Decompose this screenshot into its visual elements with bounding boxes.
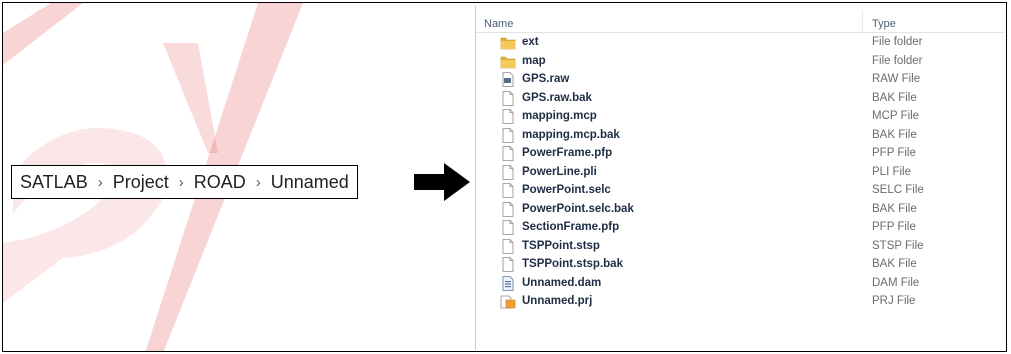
file-name: mapping.mcp [522, 110, 597, 122]
file-row[interactable]: Unnamed.prj PRJ File [476, 292, 1004, 311]
breadcrumb-item-unnamed[interactable]: Unnamed [271, 172, 349, 193]
file-row[interactable]: mapping.mcp MCP File [476, 107, 1004, 126]
file-name: PowerPoint.selc.bak [522, 202, 634, 215]
breadcrumb-item-road[interactable]: ROAD [194, 172, 246, 193]
file-name: GPS.raw [522, 73, 570, 85]
file-row[interactable]: PowerPoint.selc.bak BAK File [476, 200, 1004, 219]
file-row[interactable]: PowerPoint.selc SELC File [476, 181, 1004, 200]
file-name: PowerFrame.pfp [522, 147, 613, 159]
file-icon [500, 183, 516, 198]
file-type: RAW File [872, 73, 921, 85]
breadcrumb-separator-icon: › [255, 173, 261, 191]
file-icon [500, 220, 516, 235]
file-name: GPS.raw.bak [522, 91, 592, 104]
file-name: ext [522, 36, 539, 48]
file-type: SELC File [872, 184, 924, 196]
column-divider[interactable] [862, 10, 863, 32]
column-header-name[interactable]: Name [484, 18, 513, 30]
column-header-row: Name Type [476, 6, 1004, 33]
folder-icon [500, 54, 516, 69]
file-name: TSPPoint.stsp [522, 239, 600, 252]
folder-icon [500, 35, 516, 50]
file-type: BAK File [872, 258, 917, 270]
file-type: BAK File [872, 128, 917, 141]
file-name: PowerLine.pli [522, 165, 597, 178]
file-type: PRJ File [872, 295, 916, 307]
file-icon [500, 146, 516, 161]
file-row[interactable]: map File folder [476, 52, 1004, 71]
file-type: File folder [872, 36, 923, 48]
file-row[interactable]: SectionFrame.pfp PFP File [476, 218, 1004, 237]
file-explorer-list: Name Type ext File folder map File folder GP… [475, 6, 1004, 350]
column-header-type[interactable]: Type [872, 18, 896, 30]
dam-file-icon [500, 275, 516, 291]
file-row[interactable]: PowerFrame.pfp PFP File [476, 144, 1004, 163]
file-row[interactable]: PowerLine.pli PLI File [476, 163, 1004, 182]
figure-frame: SATLAB › Project › ROAD › Unnamed Name T… [2, 2, 1007, 352]
file-type: BAK File [872, 202, 917, 215]
file-icon [500, 109, 516, 124]
file-type: PLI File [872, 165, 911, 178]
file-row[interactable]: Unnamed.dam DAM File [476, 274, 1004, 293]
file-icon [500, 257, 516, 272]
file-name: SectionFrame.pfp [522, 221, 620, 233]
prj-file-icon [500, 294, 516, 309]
file-type: PFP File [872, 221, 916, 233]
file-row[interactable]: GPS.raw.bak BAK File [476, 89, 1004, 108]
file-type: DAM File [872, 276, 920, 289]
file-name: Unnamed.dam [522, 276, 602, 289]
breadcrumb-item-satlab[interactable]: SATLAB [20, 172, 88, 193]
file-icon [500, 164, 516, 180]
file-icon [500, 127, 516, 143]
file-icon [500, 201, 516, 217]
breadcrumb: SATLAB › Project › ROAD › Unnamed [11, 165, 358, 199]
file-name: TSPPoint.stsp.bak [522, 258, 623, 270]
file-name: Unnamed.prj [522, 295, 593, 307]
breadcrumb-item-project[interactable]: Project [113, 172, 169, 193]
right-arrow-icon [414, 163, 470, 201]
raw-file-icon [500, 72, 516, 87]
file-row[interactable]: TSPPoint.stsp STSP File [476, 237, 1004, 256]
file-row[interactable]: GPS.raw RAW File [476, 70, 1004, 89]
file-icon [500, 238, 516, 254]
file-name: mapping.mcp.bak [522, 128, 620, 141]
file-row[interactable]: TSPPoint.stsp.bak BAK File [476, 255, 1004, 274]
file-name: map [522, 54, 546, 67]
breadcrumb-separator-icon: › [97, 173, 103, 191]
file-type: MCP File [872, 110, 920, 122]
file-name: PowerPoint.selc [522, 184, 611, 196]
file-type: PFP File [872, 147, 916, 159]
file-row[interactable]: ext File folder [476, 33, 1004, 52]
file-type: File folder [872, 54, 923, 67]
file-type: BAK File [872, 91, 917, 104]
file-type: STSP File [872, 239, 924, 252]
file-icon [500, 90, 516, 106]
file-rows: ext File folder map File folder GPS.raw RAW F… [476, 33, 1004, 311]
file-row[interactable]: mapping.mcp.bak BAK File [476, 126, 1004, 145]
breadcrumb-separator-icon: › [178, 173, 184, 191]
